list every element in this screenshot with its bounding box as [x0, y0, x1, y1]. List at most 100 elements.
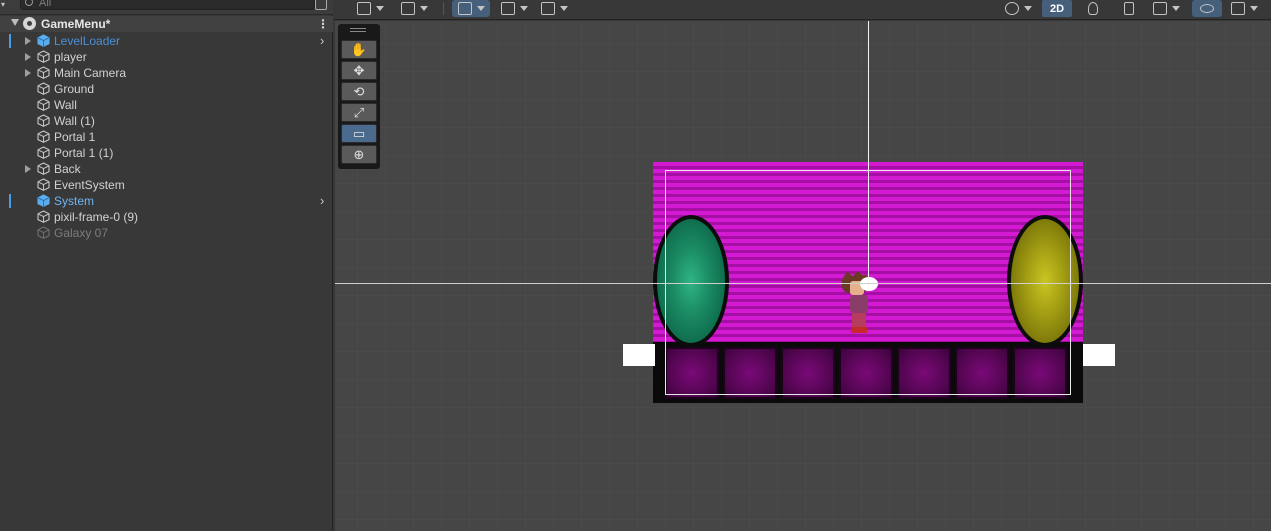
chevron-down-icon — [1249, 6, 1258, 11]
audio-toggle[interactable] — [1118, 0, 1140, 17]
scene-visibility-toggle[interactable] — [1192, 0, 1222, 17]
search-placeholder: All — [39, 0, 52, 9]
hierarchy-item[interactable]: Wall (1) — [0, 113, 333, 129]
hierarchy-item[interactable]: Back — [0, 161, 333, 177]
cube-icon — [37, 146, 50, 159]
hierarchy-item-label: Portal 1 (1) — [54, 146, 114, 160]
player-body — [850, 295, 868, 313]
chevron-right-icon[interactable]: › — [320, 33, 324, 48]
scene-header-row[interactable]: GameMenu* ⋮ — [0, 16, 333, 32]
search-options-icon[interactable] — [315, 0, 327, 10]
hierarchy-item[interactable]: Ground — [0, 81, 333, 97]
gizmo-vertical-line — [868, 21, 869, 289]
layers-icon — [1152, 2, 1167, 15]
hierarchy-item[interactable]: System › — [0, 193, 333, 209]
cube-icon — [37, 82, 50, 95]
rect-tool-button[interactable]: ▭ — [341, 124, 377, 143]
shading-sphere-icon — [1004, 2, 1019, 15]
hierarchy-item[interactable]: Portal 1 — [0, 129, 333, 145]
unity-scene-icon — [23, 17, 36, 30]
chevron-down-icon — [559, 6, 568, 11]
grid-snapping-dropdown[interactable] — [452, 0, 490, 17]
hierarchy-item[interactable]: Portal 1 (1) — [0, 145, 333, 161]
gizmo-horizontal-line — [335, 283, 1271, 284]
increment-snap-icon — [500, 2, 515, 15]
hierarchy-search-input[interactable]: All — [20, 0, 315, 10]
search-icon — [25, 0, 33, 6]
hierarchy-item[interactable]: Main Camera — [0, 65, 333, 81]
transform-tool-icon: ⊕ — [353, 146, 365, 162]
cube-icon — [37, 114, 50, 127]
expand-arrow-icon[interactable] — [25, 165, 31, 173]
camera-settings-dropdown[interactable] — [1226, 0, 1262, 17]
toolbar-divider — [443, 2, 444, 15]
hierarchy-item-label: player — [54, 50, 87, 64]
unity-editor: ▾ All GameMenu* ⋮ LevelLoader › player Main… — [0, 0, 1271, 531]
tools-overlay: ✋ ✥ ⟲ ⤢ ▭ ⊕ — [338, 24, 380, 169]
hierarchy-item[interactable]: pixil-frame-0 (9) — [0, 209, 333, 225]
scale-tool-button[interactable]: ⤢ — [341, 103, 377, 122]
cube-icon-disabled — [37, 226, 50, 239]
hierarchy-item-label: Wall (1) — [54, 114, 95, 128]
hierarchy-item[interactable]: Wall — [0, 97, 333, 113]
gizmo-tool-dropdown[interactable] — [396, 0, 432, 17]
cube-icon — [37, 66, 50, 79]
wall-right[interactable] — [1083, 344, 1115, 366]
draw-mode-dropdown[interactable] — [352, 0, 388, 17]
hierarchy-item-label: Ground — [54, 82, 95, 96]
cube-icon — [37, 130, 50, 143]
increment-snap-dropdown[interactable] — [496, 0, 532, 17]
create-dropdown-icon[interactable]: ▾ — [1, 0, 11, 10]
effects-dropdown[interactable] — [1148, 0, 1184, 17]
expand-arrow-icon[interactable] — [25, 53, 31, 61]
ruler-dropdown[interactable] — [536, 0, 572, 17]
grid-snap-icon — [457, 2, 472, 15]
scene-collapse-icon[interactable] — [11, 19, 19, 26]
scale-tool-icon: ⤢ — [353, 104, 365, 120]
ruler-icon — [540, 2, 555, 15]
hierarchy-item[interactable]: player — [0, 49, 333, 65]
cube-icon — [37, 178, 50, 191]
cube-icon — [37, 50, 50, 63]
cube-icon-blue — [37, 194, 50, 207]
hierarchy-panel: ▾ All GameMenu* ⋮ LevelLoader › player Main… — [0, 0, 333, 531]
draw-mode-icon — [356, 2, 371, 15]
audio-mute-icon — [1124, 2, 1134, 15]
cube-icon — [37, 210, 50, 223]
scene-menu-icon[interactable]: ⋮ — [317, 18, 329, 30]
transform-tool-button[interactable]: ⊕ — [341, 145, 377, 164]
hierarchy-item-label: Main Camera — [54, 66, 127, 80]
chevron-down-icon — [419, 6, 428, 11]
hierarchy-item-label: EventSystem — [54, 178, 125, 192]
chevron-right-icon[interactable]: › — [320, 193, 324, 208]
move-tool-button[interactable]: ✥ — [341, 61, 377, 80]
chevron-down-icon — [476, 6, 485, 11]
wall-left[interactable] — [623, 344, 655, 366]
light-bulb-icon — [1088, 2, 1098, 15]
lighting-toggle[interactable] — [1082, 0, 1104, 17]
hand-tool-icon: ✋ — [350, 41, 368, 57]
hierarchy-item-label: System — [54, 194, 95, 208]
hierarchy-item[interactable]: EventSystem — [0, 177, 333, 193]
toggle-2d-button[interactable]: 2D — [1042, 0, 1072, 17]
hierarchy-item-label: pixil-frame-0 (9) — [54, 210, 139, 224]
hand-tool-button[interactable]: ✋ — [341, 40, 377, 59]
player-boots — [851, 327, 867, 333]
hierarchy-item-label: Portal 1 — [54, 130, 96, 144]
hierarchy-item-label: Wall — [54, 98, 77, 112]
rotate-tool-button[interactable]: ⟲ — [341, 82, 377, 101]
cube-icon — [37, 98, 50, 111]
camera-icon — [1230, 2, 1245, 15]
expand-arrow-icon[interactable] — [25, 69, 31, 77]
eye-hidden-icon — [1200, 4, 1214, 13]
overlay-grip-handle[interactable] — [350, 28, 366, 32]
rect-tool-icon: ▭ — [352, 125, 366, 141]
hierarchy-item[interactable]: LevelLoader › — [0, 33, 333, 49]
cube-icon-blue — [37, 34, 50, 47]
prefab-override-marker — [9, 194, 11, 208]
expand-arrow-icon[interactable] — [25, 37, 31, 45]
player-sprite[interactable] — [840, 271, 880, 335]
hierarchy-item[interactable]: Galaxy 07 — [0, 225, 333, 241]
scene-name: GameMenu* — [41, 17, 111, 31]
shading-mode-dropdown[interactable] — [1000, 0, 1036, 17]
